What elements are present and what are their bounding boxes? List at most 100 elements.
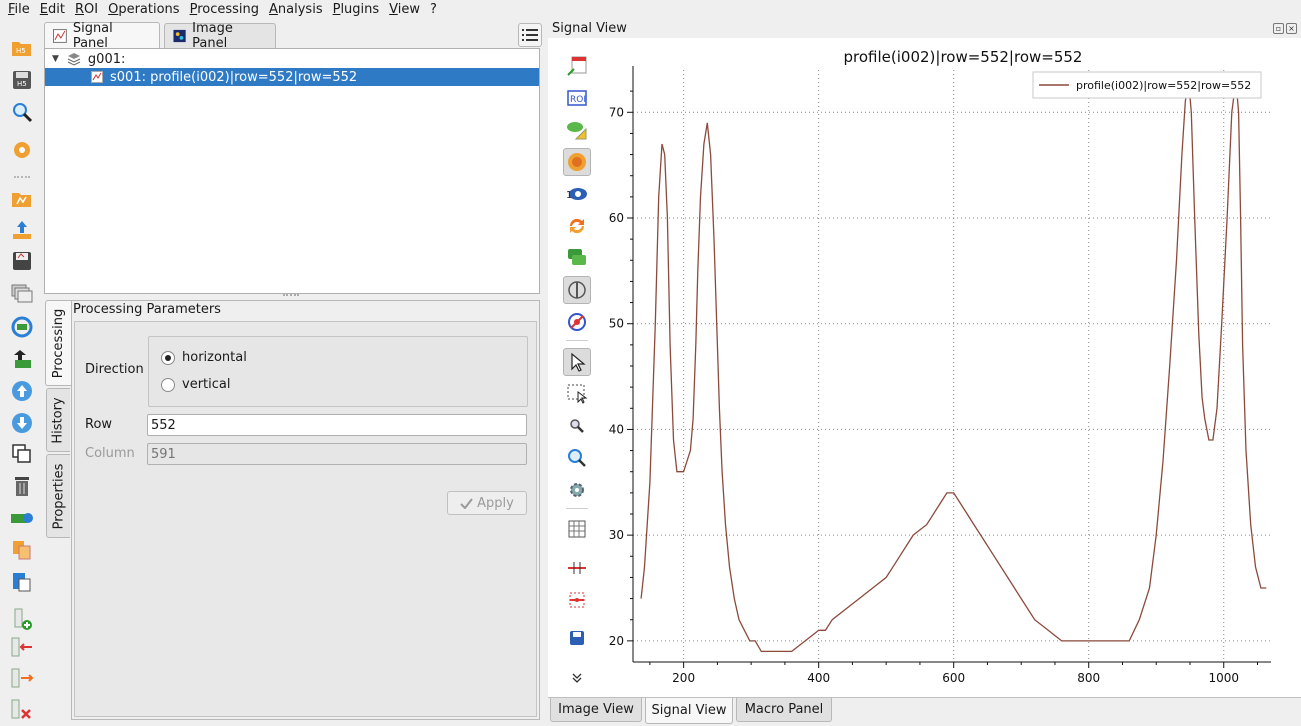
panel-menu-button[interactable] xyxy=(518,23,542,47)
y-tick-label: 60 xyxy=(609,211,624,225)
expand-arrow-icon[interactable]: ▼ xyxy=(52,54,59,64)
menu-edit[interactable]: Edit xyxy=(36,0,69,20)
move-down-icon[interactable] xyxy=(10,411,34,435)
menu-view[interactable]: View xyxy=(385,0,424,20)
splitter-handle[interactable] xyxy=(283,294,299,298)
menu-roi[interactable]: ROI xyxy=(71,0,102,20)
signal-view-title: Signal View xyxy=(552,21,627,36)
tab-history[interactable]: History xyxy=(46,388,70,452)
tab-processing[interactable]: Processing xyxy=(45,300,72,386)
refresh-icon[interactable] xyxy=(563,212,591,240)
radio-horizontal-indicator[interactable] xyxy=(161,350,175,365)
settings-icon[interactable] xyxy=(10,138,34,162)
y-tick-label: 70 xyxy=(609,105,624,119)
save-plot-icon[interactable] xyxy=(563,624,591,652)
direction-label: Direction xyxy=(85,362,144,377)
close-dock-icon[interactable]: × xyxy=(1286,23,1297,34)
radio-horizontal[interactable]: horizontal xyxy=(161,350,247,365)
plot-toolbar: ROI 1 xyxy=(560,50,594,696)
comment-icon[interactable] xyxy=(563,244,591,272)
image-icon xyxy=(173,29,186,43)
menu-operations[interactable]: Operations xyxy=(104,0,183,20)
refresh-signal-icon[interactable] xyxy=(10,315,34,339)
tab-properties[interactable]: Properties xyxy=(46,454,70,538)
paste-metadata-icon[interactable] xyxy=(10,570,34,594)
column-input[interactable] xyxy=(147,443,527,465)
menu-analysis[interactable]: Analysis xyxy=(265,0,327,20)
duplicate-windows-icon[interactable] xyxy=(10,282,34,306)
tab-macro-panel[interactable]: Macro Panel xyxy=(736,698,832,722)
eye-icon[interactable]: 1 xyxy=(563,180,591,208)
y-cross-section-icon[interactable] xyxy=(563,586,591,614)
menu-plugins[interactable]: Plugins xyxy=(329,0,384,20)
row-input[interactable] xyxy=(147,414,527,436)
x-cross-section-icon[interactable] xyxy=(563,554,591,582)
import-roi-icon[interactable] xyxy=(10,667,34,691)
tree-signal-row[interactable]: s001: profile(i002)|row=552|row=552 xyxy=(45,68,539,86)
zoom-icon[interactable] xyxy=(563,412,591,440)
menu-processing[interactable]: Processing xyxy=(186,0,263,20)
y-tick-label: 40 xyxy=(609,422,624,436)
x-tick-label: 600 xyxy=(942,671,965,685)
float-dock-icon[interactable]: ▫ xyxy=(1273,23,1284,34)
export-roi-icon[interactable] xyxy=(10,636,34,660)
radio-vertical-label: vertical xyxy=(182,377,231,392)
select-cursor-icon[interactable] xyxy=(563,348,591,376)
list-menu-icon xyxy=(522,29,538,41)
tab-image-panel-label: Image Panel xyxy=(192,21,233,51)
main-toolbar: H5 H5 xyxy=(0,20,42,726)
menu-help[interactable]: ? xyxy=(426,0,441,20)
vertical-tab-bar: Processing History Properties xyxy=(44,300,72,720)
rect-select-icon[interactable] xyxy=(563,380,591,408)
gear-icon[interactable] xyxy=(563,476,591,504)
y-tick-label: 30 xyxy=(609,528,624,542)
tab-processing-label: Processing xyxy=(51,308,67,378)
open-file-icon[interactable] xyxy=(10,187,34,211)
tab-signal-view[interactable]: Signal View xyxy=(645,698,733,724)
search-h5-icon[interactable] xyxy=(10,100,34,124)
contrast-icon[interactable] xyxy=(563,276,591,304)
x-tick-label: 200 xyxy=(672,671,695,685)
tree-group-label: g001: xyxy=(87,51,126,67)
grid-icon[interactable] xyxy=(563,515,591,543)
export-plot-icon[interactable] xyxy=(563,52,591,80)
target-icon[interactable] xyxy=(563,308,591,336)
add-roi-icon[interactable] xyxy=(10,607,34,631)
import-signal-icon[interactable] xyxy=(10,347,34,371)
tab-signal-panel[interactable]: Signal Panel xyxy=(44,21,160,51)
annotation-icon[interactable] xyxy=(563,116,591,144)
delete-roi-icon[interactable] xyxy=(10,698,34,722)
bottom-tab-bar: Image View Signal View Macro Panel xyxy=(548,697,1301,726)
signal-chart[interactable]: 200 400 600 800 1000 20 30 40 50 60 70 profile(i00… xyxy=(598,40,1301,696)
tab-image-panel[interactable]: Image Panel xyxy=(164,21,276,51)
more-tools-icon[interactable] xyxy=(563,664,591,692)
zoom-fit-icon[interactable] xyxy=(563,444,591,472)
processing-parameters-panel: Processing Parameters Direction horizont… xyxy=(71,300,540,720)
roi-icon[interactable]: ROI xyxy=(563,84,591,112)
svg-text:H5: H5 xyxy=(16,47,26,55)
svg-text:ROI: ROI xyxy=(570,95,586,105)
svg-text:1: 1 xyxy=(566,190,572,201)
new-group-icon[interactable] xyxy=(10,506,34,530)
autoscale-icon[interactable] xyxy=(563,148,591,176)
tab-image-view[interactable]: Image View xyxy=(550,698,642,722)
move-up-icon[interactable] xyxy=(10,379,34,403)
open-h5-icon[interactable]: H5 xyxy=(10,36,34,60)
copy-icon[interactable] xyxy=(10,442,34,466)
tree-group-row[interactable]: ▼ g001: xyxy=(45,50,539,68)
apply-button-label: Apply xyxy=(477,495,514,511)
copy-metadata-icon[interactable] xyxy=(10,538,34,562)
upload-icon[interactable] xyxy=(10,218,34,242)
save-file-icon[interactable] xyxy=(10,249,34,273)
apply-button[interactable]: Apply xyxy=(447,491,527,515)
grid-lines xyxy=(633,70,1271,662)
menu-file[interactable]: File xyxy=(4,0,34,20)
tab-history-label: History xyxy=(51,396,66,444)
x-tick-label: 400 xyxy=(807,671,830,685)
x-tick-label: 800 xyxy=(1077,671,1100,685)
save-h5-icon[interactable]: H5 xyxy=(10,68,34,92)
direction-group: horizontal vertical xyxy=(148,336,528,407)
delete-icon[interactable] xyxy=(10,474,34,498)
radio-vertical-indicator[interactable] xyxy=(161,377,175,392)
radio-vertical[interactable]: vertical xyxy=(161,377,230,392)
